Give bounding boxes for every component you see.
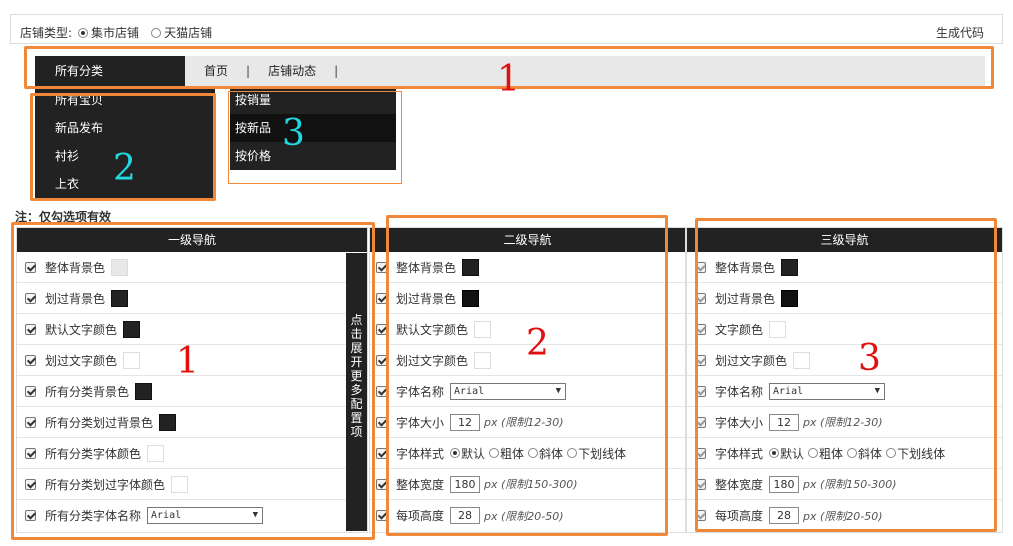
radio-market-shop-label[interactable]: 集市店铺 bbox=[91, 24, 139, 41]
annotation-number-panel3: 3 bbox=[858, 338, 881, 379]
annotation-number-panel1: 1 bbox=[176, 341, 199, 382]
shop-type-label: 店铺类型: bbox=[20, 26, 73, 40]
annotation-box-drop3 bbox=[228, 91, 402, 184]
annotation-number-panel2: 2 bbox=[526, 323, 549, 364]
annotation-box-panel2 bbox=[386, 215, 668, 536]
radio-tmall-shop[interactable] bbox=[151, 27, 162, 38]
radio-tmall-shop-label[interactable]: 天猫店铺 bbox=[164, 24, 212, 41]
generate-code-button[interactable]: 生成代码 bbox=[936, 24, 984, 41]
annotation-box-panel3 bbox=[695, 218, 997, 532]
annotation-number-drop3: 3 bbox=[282, 113, 305, 154]
radio-market-shop[interactable] bbox=[78, 27, 89, 38]
shop-type-selector: 店铺类型: 集市店铺 天猫店铺 bbox=[20, 24, 212, 41]
annotation-number-nav: 1 bbox=[497, 59, 520, 100]
annotation-number-drop2: 2 bbox=[113, 148, 136, 189]
